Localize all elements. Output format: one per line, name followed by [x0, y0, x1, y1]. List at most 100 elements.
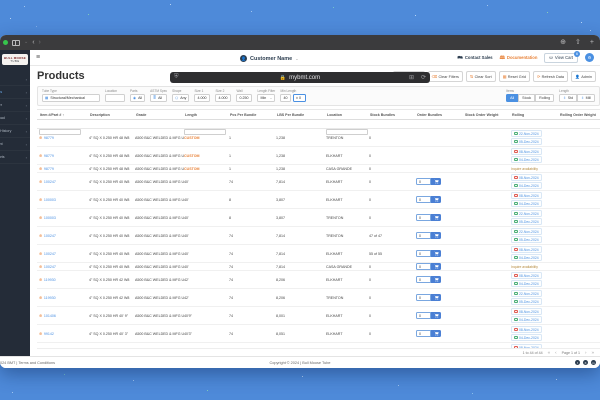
add-to-cart-button[interactable]: [431, 250, 441, 257]
item-number-link[interactable]: 99142: [44, 332, 54, 336]
reset-grid-button[interactable]: ▦ Reset Grid: [498, 71, 530, 82]
order-qty-input[interactable]: 0: [416, 232, 431, 239]
rolling-date-badge[interactable]: 05-Dec-2024: [511, 236, 542, 243]
rolling-date-badge[interactable]: 04-Dec-2024: [511, 254, 542, 261]
sidebar-item-reports[interactable]: Reports ›: [0, 151, 30, 164]
column-header[interactable]: Order Bundles: [416, 110, 464, 119]
sidebar-item-order-history[interactable]: Order History ›: [0, 125, 30, 138]
view-cart-button[interactable]: ⛁ View Cart 6: [544, 50, 580, 63]
parts-select[interactable]: ◉ All: [130, 94, 146, 102]
add-to-cart-button[interactable]: [431, 263, 441, 270]
item-number-link[interactable]: 98779: [44, 167, 54, 171]
expand-row-icon[interactable]: ⊕: [39, 153, 42, 158]
items-toggle-all[interactable]: All: [506, 94, 519, 102]
expand-row-icon[interactable]: ⊕: [39, 313, 42, 318]
expand-row-icon[interactable]: ⊕: [39, 331, 42, 336]
x-icon[interactable]: X: [583, 360, 588, 365]
rolling-date-badge[interactable]: 05-Dec-2024: [511, 298, 542, 305]
add-to-cart-button[interactable]: [431, 330, 441, 337]
order-qty-input[interactable]: 0: [416, 178, 431, 185]
add-to-cart-button[interactable]: [431, 294, 441, 301]
items-toggle-stock[interactable]: Stock: [518, 94, 536, 102]
shape-select[interactable]: ⬠ Any: [172, 94, 190, 102]
last-page-icon[interactable]: »: [591, 350, 594, 355]
expand-row-icon[interactable]: ⊕: [39, 179, 42, 184]
prev-page-icon[interactable]: ‹: [555, 350, 557, 355]
rolling-date-badge[interactable]: 04-Dec-2024: [511, 156, 542, 163]
item-number-link[interactable]: 100247: [44, 180, 56, 184]
order-qty-input[interactable]: 0: [416, 312, 431, 319]
add-to-cart-button[interactable]: [431, 214, 441, 221]
sidebar-item-my-account[interactable]: My Account ›: [0, 138, 30, 151]
items-toggle-rolling[interactable]: Rolling: [535, 94, 555, 102]
expand-row-icon[interactable]: ⊕: [39, 295, 42, 300]
rolling-date-badge[interactable]: 22-Nov-2024: [511, 228, 542, 235]
column-header[interactable]: Grade: [135, 110, 184, 119]
order-qty-input[interactable]: 0: [416, 276, 431, 283]
sidebar-item-truck-load[interactable]: Truck Load ›: [0, 112, 30, 125]
item-number-link[interactable]: 100247: [44, 252, 56, 256]
rolling-date-badge[interactable]: 08-Nov-2024: [511, 272, 542, 279]
refresh-data-button[interactable]: ⟳ Refresh Data: [532, 71, 568, 82]
item-number-link[interactable]: 98779: [44, 136, 54, 140]
item-number-link[interactable]: 100003: [44, 198, 56, 202]
bull-moose-tube-logo[interactable]: BULL MOOSE TUBE: [2, 54, 28, 65]
reload-icon[interactable]: ⟳: [421, 74, 426, 81]
inquire-availability-link[interactable]: Inquire availability: [511, 265, 538, 269]
privacy-shield-icon[interactable]: ⛨: [174, 74, 179, 81]
order-qty-input[interactable]: 0: [416, 214, 431, 221]
rolling-date-badge[interactable]: 05-Dec-2024: [511, 138, 542, 145]
length-toggle-mill[interactable]: ⇳ Mill: [577, 94, 595, 102]
sidebar-item-products[interactable]: Products ›: [0, 86, 30, 99]
item-number-link[interactable]: 119930: [44, 278, 56, 282]
order-qty-input[interactable]: 0: [416, 196, 431, 203]
item-number-link[interactable]: 100003: [44, 216, 56, 220]
user-avatar[interactable]: ⚙: [585, 53, 594, 62]
item-number-link[interactable]: 119930: [44, 296, 56, 300]
rolling-date-badge[interactable]: 04-Dec-2024: [511, 280, 542, 287]
expand-row-icon[interactable]: ⊕: [39, 135, 42, 140]
documentation-link[interactable]: 🕮 Documentation: [500, 54, 538, 62]
sidebar-item-dashboard[interactable]: Dashboard›: [0, 73, 30, 86]
customer-menu[interactable]: 👤 Customer Name ⌄: [240, 55, 299, 62]
min-length-input[interactable]: 40: [280, 94, 292, 102]
facebook-icon[interactable]: f: [575, 360, 580, 365]
column-header[interactable]: Pcs Per Bundle: [229, 110, 276, 119]
rolling-date-badge[interactable]: 22-Nov-2024: [511, 210, 542, 217]
min-length-stepper[interactable]: ± 0: [292, 94, 306, 102]
item-number-link[interactable]: 100247: [44, 265, 56, 269]
order-qty-input[interactable]: 0: [416, 330, 431, 337]
rolling-date-badge[interactable]: 04-Dec-2024: [511, 182, 542, 189]
length-toggle-std[interactable]: ⇳ Std: [559, 94, 578, 102]
add-to-cart-button[interactable]: [431, 276, 441, 283]
size2-input[interactable]: 4.000: [215, 94, 232, 102]
column-header[interactable]: Stock Order Weight: [464, 110, 511, 119]
location-input[interactable]: [105, 94, 125, 102]
column-header[interactable]: Stock Bundles: [369, 110, 416, 119]
rolling-date-badge[interactable]: 22-Nov-2024: [511, 290, 542, 297]
length-filter-input[interactable]: [184, 129, 226, 135]
item-number-link[interactable]: 100247: [44, 234, 56, 238]
chevron-down-icon[interactable]: ⌄: [24, 40, 28, 45]
size1-input[interactable]: 4.000: [194, 94, 211, 102]
rolling-date-badge[interactable]: 08-Nov-2024: [511, 308, 542, 315]
admin-button[interactable]: 👤 Admin: [571, 71, 596, 82]
column-header[interactable]: Description: [89, 110, 135, 119]
add-to-cart-button[interactable]: [431, 178, 441, 185]
astm-spec-select[interactable]: ≣ All: [150, 94, 168, 102]
order-qty-input[interactable]: 0: [416, 250, 431, 257]
order-qty-input[interactable]: 0: [416, 263, 431, 270]
translate-icon[interactable]: ⊞: [409, 74, 414, 81]
hamburger-menu-icon[interactable]: ≡: [36, 54, 40, 61]
address-bar[interactable]: ⛨ 🔒 mybmt.com ⊞ ⟳: [170, 72, 430, 83]
column-header[interactable]: Rolling Order Weight: [559, 110, 600, 119]
sidebar-item-quote-builder[interactable]: Quote Builder ›: [0, 99, 30, 112]
rolling-date-badge[interactable]: 08-Nov-2024: [511, 192, 542, 199]
column-header[interactable]: Location: [326, 110, 369, 119]
order-qty-input[interactable]: 0: [416, 294, 431, 301]
linkedin-icon[interactable]: in: [591, 360, 596, 365]
contact-sales-link[interactable]: 🗪 Contact Sales: [457, 54, 492, 62]
sidebar-toggle-icon[interactable]: [12, 39, 20, 46]
column-header[interactable]: Rolling: [511, 110, 559, 119]
expand-row-icon[interactable]: ⊕: [39, 277, 42, 282]
